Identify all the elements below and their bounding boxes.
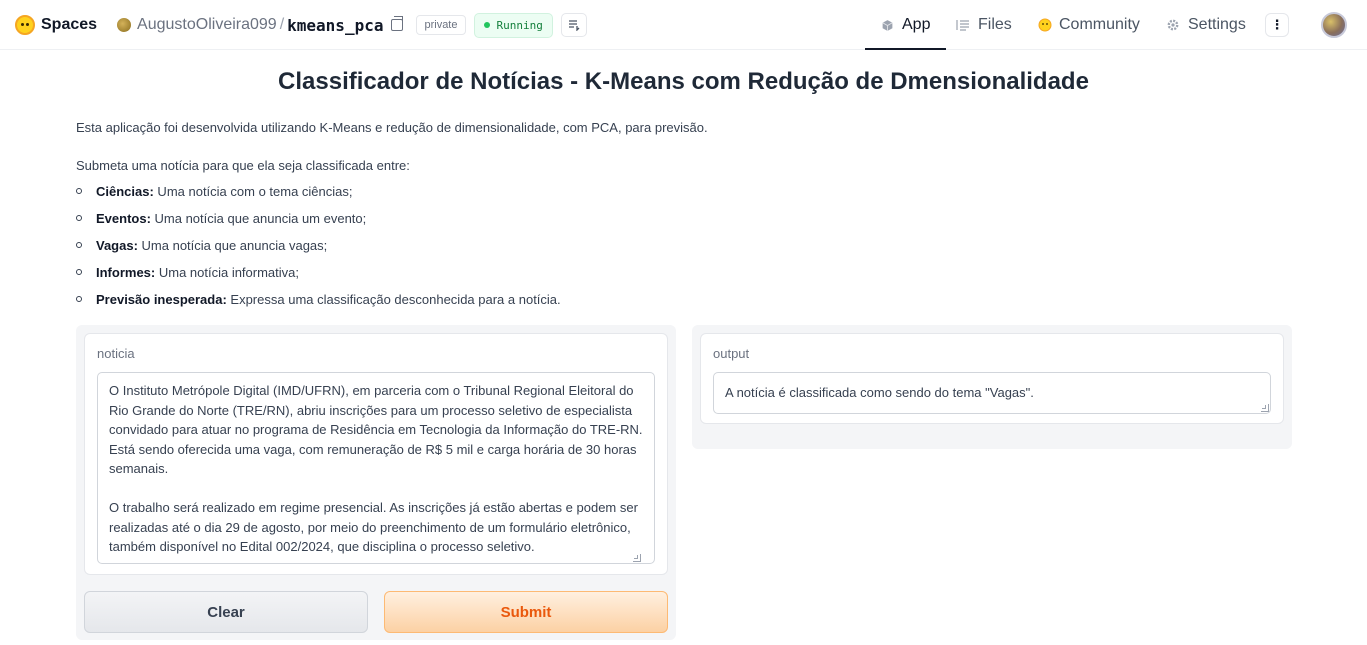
list-item: Previsão inesperada: Expressa uma classi… [76, 292, 561, 319]
input-panel: noticia O Instituto Metrópole Digital (I… [76, 325, 676, 640]
list-item: Ciências: Uma notícia com o tema ciência… [76, 184, 561, 211]
resize-handle-icon[interactable] [633, 554, 641, 562]
output-block: output A notícia é classificada como sen… [700, 333, 1284, 424]
hugging-face-logo-icon[interactable] [15, 15, 35, 35]
logs-button[interactable] [560, 13, 587, 37]
tab-app[interactable]: App [865, 0, 947, 50]
visibility-badge: private [416, 15, 466, 35]
categories-intro: Submeta uma notícia para que ela seja cl… [76, 158, 410, 173]
output-textarea[interactable]: A notícia é classificada como sendo do t… [713, 372, 1271, 414]
owner-avatar[interactable] [117, 18, 132, 32]
clear-button[interactable]: Clear [84, 591, 368, 633]
noticia-block: noticia O Instituto Metrópole Digital (I… [84, 333, 668, 575]
copy-icon[interactable] [391, 16, 404, 31]
status-label: Running [496, 18, 543, 32]
path-separator: / [279, 16, 285, 33]
noticia-textarea[interactable]: O Instituto Metrópole Digital (IMD/UFRN)… [97, 372, 655, 564]
owner-link[interactable]: AugustoOliveira099 [137, 16, 277, 34]
category-name: Eventos: [96, 211, 151, 226]
space-header: Spaces AugustoOliveira099 / kmeans_pca p… [15, 0, 587, 50]
submit-button[interactable]: Submit [384, 591, 668, 633]
status-dot-icon [483, 22, 490, 28]
tab-files-label: Files [978, 16, 1012, 33]
noticia-label: noticia [97, 346, 135, 361]
list-item: Informes: Uma notícia informativa; [76, 265, 561, 292]
cube-icon [882, 19, 893, 31]
output-label: output [713, 346, 750, 361]
category-text: Uma notícia informativa; [155, 265, 300, 280]
category-text: Uma notícia que anuncia um evento; [150, 211, 367, 226]
more-options-button[interactable]: ⋮ [1265, 13, 1289, 37]
page-title: Classificador de Notícias - K-Means com … [278, 68, 1089, 95]
list-item: Vagas: Uma notícia que anuncia vagas; [76, 238, 561, 265]
top-navbar: Spaces AugustoOliveira099 / kmeans_pca p… [0, 0, 1367, 50]
hug-icon [1038, 18, 1052, 32]
category-name: Ciências: [96, 184, 154, 199]
repo-name[interactable]: kmeans_pca [287, 16, 383, 35]
tab-app-label: App [902, 16, 931, 33]
category-text: Uma notícia que anuncia vagas; [137, 238, 328, 253]
categories-list: Ciências: Uma notícia com o tema ciência… [76, 184, 561, 319]
list-item: Eventos: Uma notícia que anuncia um even… [76, 211, 561, 238]
category-name: Informes: [96, 265, 156, 280]
category-text: Expressa uma classificação desconhecida … [226, 292, 561, 307]
tab-files[interactable]: Files [956, 0, 1012, 50]
spaces-link[interactable]: Spaces [41, 16, 97, 34]
tab-community[interactable]: Community [1037, 0, 1140, 50]
logs-icon [568, 20, 580, 31]
app-description: Esta aplicação foi desenvolvida utilizan… [76, 120, 708, 135]
files-icon [956, 20, 969, 31]
tab-community-label: Community [1059, 16, 1140, 33]
category-name: Previsão inesperada: [96, 292, 227, 307]
kebab-menu-icon: ⋮ [1270, 17, 1284, 32]
gear-icon [1167, 19, 1179, 31]
output-panel: output A notícia é classificada como sen… [692, 325, 1292, 449]
status-badge[interactable]: Running [473, 12, 553, 38]
category-text: Uma notícia com o tema ciências; [153, 184, 353, 199]
user-avatar[interactable] [1321, 12, 1347, 38]
tab-settings-label: Settings [1188, 16, 1246, 33]
category-name: Vagas: [96, 238, 138, 253]
tab-settings[interactable]: Settings [1166, 0, 1246, 50]
resize-handle-icon[interactable] [1261, 404, 1269, 412]
